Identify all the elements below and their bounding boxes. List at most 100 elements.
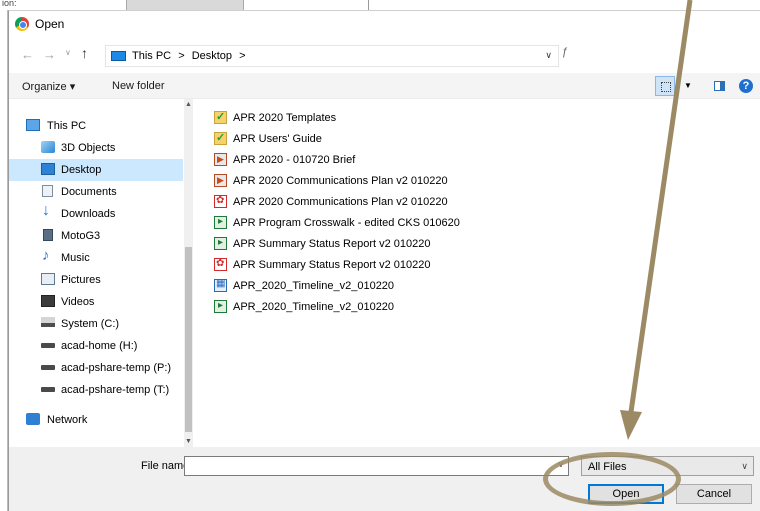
sidebar-item-label: acad-home (H:) [61, 340, 138, 352]
file-list: APR 2020 Templates APR Users' Guide APR … [214, 105, 634, 405]
sidebar-item-label: Videos [61, 296, 95, 308]
breadcrumb: This PC > Desktop > [132, 50, 250, 62]
scroll-up-icon[interactable]: ▲ [185, 101, 192, 108]
file-name-input[interactable] [184, 456, 569, 476]
phone-icon [43, 229, 53, 241]
file-name: APR 2020 Communications Plan v2 010220 [233, 196, 448, 208]
drive-icon [41, 317, 55, 327]
sidebar-item-acad-home[interactable]: acad-home (H:) [9, 335, 183, 357]
list-item[interactable]: APR 2020 Communications Plan v2 010220 [214, 193, 614, 211]
powerpoint-file-icon [214, 153, 227, 166]
navigation-pane-scrollbar[interactable]: ▲ ▼ [184, 99, 193, 447]
pdf-file-icon [214, 258, 227, 271]
chrome-icon [15, 17, 29, 31]
3d-objects-icon [41, 141, 55, 153]
sidebar-item-label: Music [61, 252, 90, 264]
list-item[interactable]: APR Summary Status Report v2 010220 [214, 256, 614, 274]
pictures-icon [41, 273, 55, 285]
background-page-left [0, 10, 8, 511]
help-icon[interactable]: ? [739, 79, 753, 93]
sidebar-item-desktop[interactable]: Desktop [9, 159, 183, 181]
list-item[interactable]: APR Users' Guide [214, 130, 614, 148]
videos-icon [41, 295, 55, 307]
pdf-file-icon [214, 195, 227, 208]
list-item[interactable]: APR 2020 Templates [214, 109, 614, 127]
address-row: ← → ∨ ↑ This PC > Desktop > ∨ ƒ [9, 43, 760, 67]
back-arrow-icon[interactable]: ← [21, 47, 34, 62]
list-item[interactable]: APR_2020_Timeline_v2_010220 [214, 298, 614, 316]
sidebar-item-system-c[interactable]: System (C:) [9, 313, 183, 335]
chevron-down-icon: ∨ [741, 461, 748, 471]
address-dropdown-chevron-icon[interactable]: ∨ [545, 50, 552, 61]
network-drive-icon [41, 343, 55, 348]
sidebar-item-videos[interactable]: Videos [9, 291, 183, 313]
title-bar: Open [9, 11, 760, 37]
background-page-top: ion: [0, 0, 760, 10]
cancel-button[interactable]: Cancel [676, 484, 752, 504]
list-item[interactable]: APR 2020 Communications Plan v2 010220 [214, 172, 614, 190]
annotation-circle [543, 452, 681, 506]
view-options-chevron-icon[interactable]: ▼ [684, 81, 692, 90]
sidebar-item-label: acad-pshare-temp (T:) [61, 384, 170, 396]
refresh-icon[interactable]: ƒ [562, 46, 568, 58]
forward-arrow-icon[interactable]: → [43, 47, 56, 62]
sidebar-item-label: MotoG3 [61, 230, 101, 242]
preview-pane-icon[interactable] [714, 81, 725, 91]
folder-icon [214, 110, 227, 124]
sidebar-item-label: acad-pshare-temp (P:) [61, 362, 172, 374]
folder-icon [214, 131, 227, 145]
breadcrumb-this-pc[interactable]: This PC [132, 50, 171, 62]
list-item[interactable]: APR_2020_Timeline_v2_010220 [214, 277, 614, 295]
background-box [126, 0, 244, 10]
recent-locations-chevron-icon[interactable]: ∨ [65, 48, 71, 57]
up-arrow-icon[interactable]: ↑ [81, 45, 88, 61]
sidebar-item-this-pc[interactable]: This PC [9, 115, 183, 137]
downloads-icon [41, 202, 53, 220]
desktop-icon [41, 163, 55, 175]
file-name: APR 2020 Templates [233, 112, 337, 124]
excel-file-icon [214, 237, 227, 250]
sidebar-item-label: This PC [47, 120, 87, 132]
file-name: APR Summary Status Report v2 010220 [233, 238, 431, 250]
file-name: APR Summary Status Report v2 010220 [233, 259, 431, 271]
powerpoint-file-icon [214, 174, 227, 187]
sidebar-item-label: Documents [61, 186, 117, 198]
list-item[interactable]: APR 2020 - 010720 Brief [214, 151, 614, 169]
file-name: APR Program Crosswalk - edited CKS 01062… [233, 217, 460, 229]
window-title: Open [35, 17, 65, 31]
documents-icon [42, 185, 53, 197]
pc-icon [26, 119, 40, 131]
change-view-icon[interactable] [655, 76, 675, 96]
open-dialog: Open ← → ∨ ↑ This PC > Desktop > ∨ ƒ Org… [8, 10, 760, 511]
list-item[interactable]: APR Program Crosswalk - edited CKS 01062… [214, 214, 614, 232]
network-icon [26, 413, 40, 425]
network-drive-icon [41, 387, 55, 392]
sidebar-item-acad-pshare-temp-p[interactable]: acad-pshare-temp (P:) [9, 357, 183, 379]
address-bar[interactable]: This PC > Desktop > ∨ [105, 45, 559, 67]
sidebar-item-pictures[interactable]: Pictures [9, 269, 183, 291]
file-name: APR_2020_Timeline_v2_010220 [233, 301, 395, 313]
new-folder-button[interactable]: New folder [112, 80, 165, 92]
breadcrumb-desktop[interactable]: Desktop [192, 50, 232, 62]
scroll-down-icon[interactable]: ▼ [185, 438, 192, 445]
sidebar-item-acad-pshare-temp-t[interactable]: acad-pshare-temp (T:) [9, 379, 183, 401]
sidebar-item-3d-objects[interactable]: 3D Objects [9, 137, 183, 159]
excel-file-icon [214, 300, 227, 313]
sidebar-item-downloads[interactable]: Downloads [9, 202, 183, 225]
sidebar-item-label: 3D Objects [61, 142, 116, 154]
sidebar-item-motog3[interactable]: MotoG3 [9, 225, 183, 247]
organize-button[interactable]: Organize ▾ [22, 80, 75, 93]
breadcrumb-separator[interactable]: > [178, 50, 184, 62]
file-name: APR 2020 - 010720 Brief [233, 154, 356, 166]
file-name: APR Users' Guide [233, 133, 322, 145]
toolbar: Organize ▾ New folder ▼ ? [9, 73, 760, 99]
excel-file-icon [214, 216, 227, 229]
sidebar-item-music[interactable]: Music [9, 247, 183, 269]
sidebar-item-documents[interactable]: Documents [9, 181, 183, 203]
sidebar-item-network[interactable]: Network [9, 409, 183, 431]
scrollbar-thumb[interactable] [185, 247, 192, 432]
breadcrumb-separator[interactable]: > [239, 50, 245, 62]
list-item[interactable]: APR Summary Status Report v2 010220 [214, 235, 614, 253]
sidebar-item-label: System (C:) [61, 318, 120, 330]
sidebar-item-label: Pictures [61, 274, 101, 286]
